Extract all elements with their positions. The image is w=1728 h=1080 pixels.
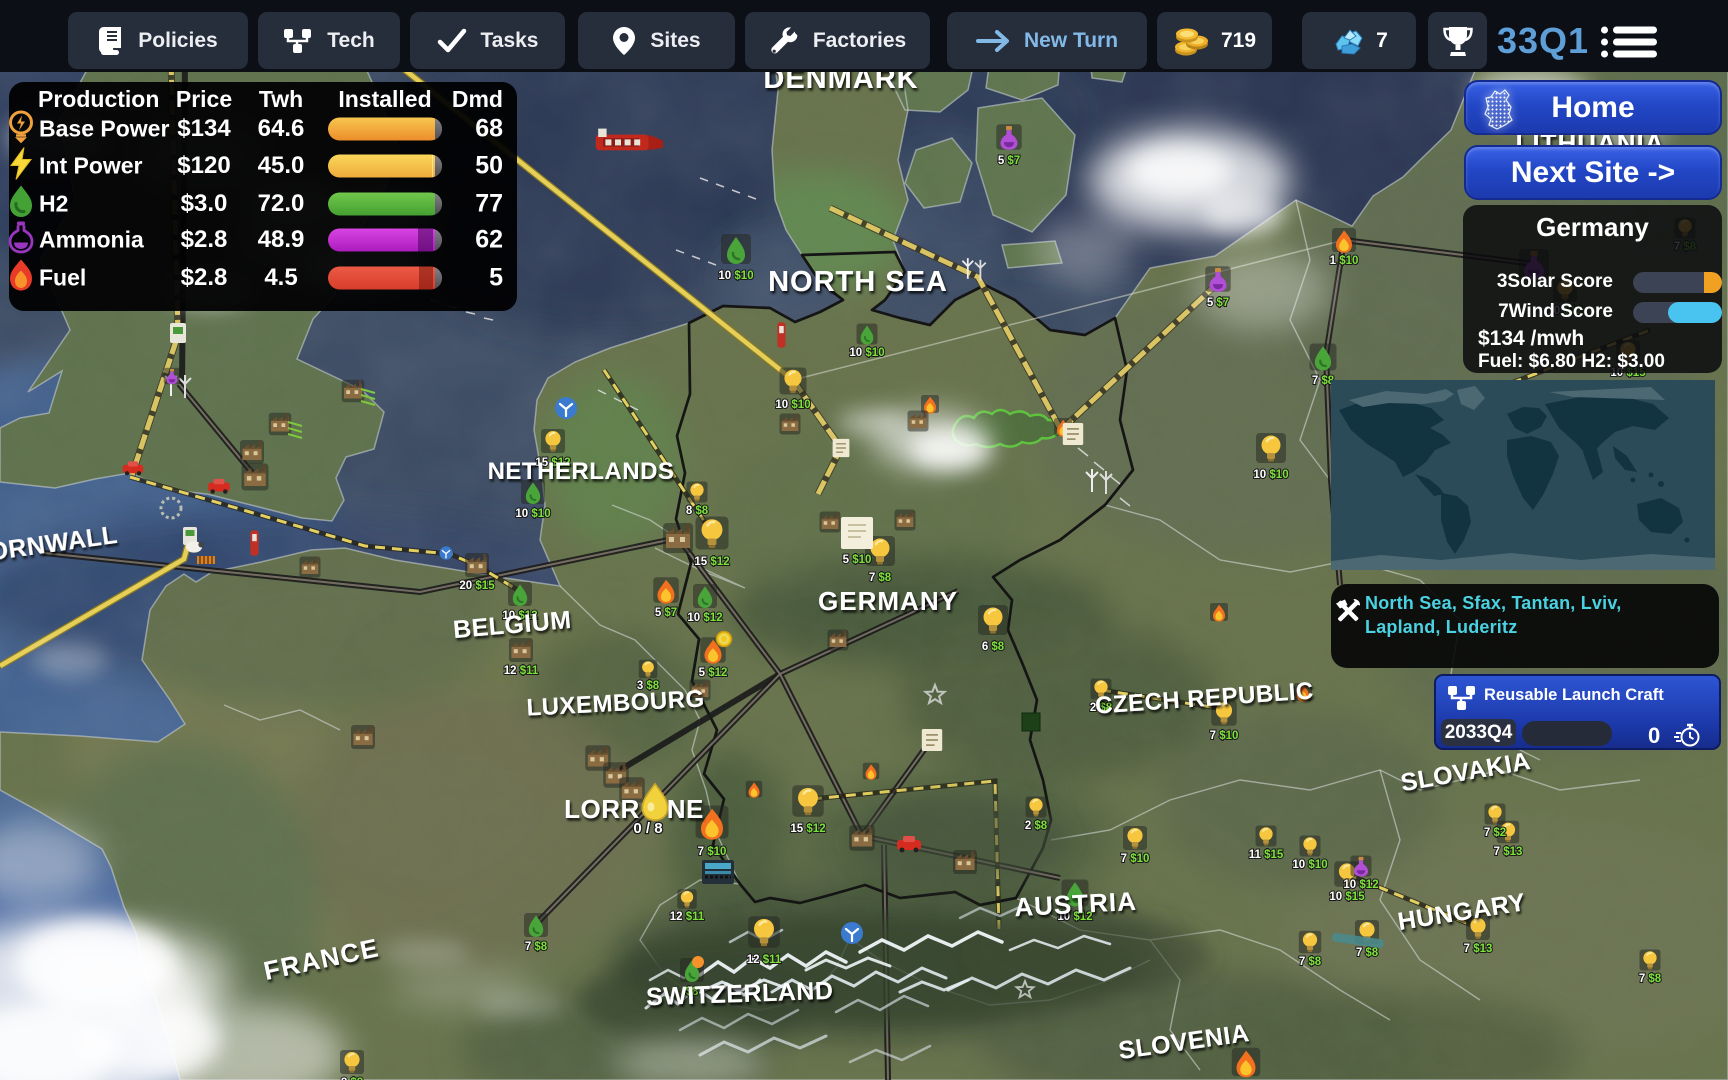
svg-text:NORTH SEA: NORTH SEA — [768, 266, 948, 298]
svg-text:2 $8: 2 $8 — [1025, 820, 1048, 832]
svg-text:10 $10: 10 $10 — [718, 270, 753, 282]
svg-text:8 $8: 8 $8 — [686, 505, 709, 517]
svg-text:10 $10: 10 $10 — [1253, 469, 1288, 481]
svg-text:LORRAINE: LORRAINE — [564, 794, 704, 824]
svg-text:7 $8: 7 $8 — [525, 941, 548, 953]
svg-text:1 $10: 1 $10 — [1330, 255, 1359, 267]
svg-text:7 $8: 7 $8 — [1299, 956, 1322, 968]
svg-text:10 $10: 10 $10 — [515, 508, 550, 520]
svg-text:AUSTRIA: AUSTRIA — [1014, 886, 1138, 922]
svg-text:10 $12: 10 $12 — [687, 612, 722, 624]
svg-text:7 $8: 7 $8 — [869, 572, 892, 584]
svg-text:7 $8: 7 $8 — [1356, 947, 1379, 959]
svg-text:12 $11: 12 $11 — [504, 665, 539, 677]
svg-text:7 $8: 7 $8 — [1639, 973, 1662, 985]
svg-text:20 $15: 20 $15 — [459, 580, 495, 592]
svg-text:7 $10: 7 $10 — [698, 846, 727, 858]
svg-text:11 $15: 11 $15 — [1249, 849, 1284, 861]
svg-text:10 $10: 10 $10 — [849, 347, 884, 359]
svg-text:5 $12: 5 $12 — [699, 667, 728, 679]
svg-text:7 $10: 7 $10 — [1210, 730, 1239, 742]
svg-text:10 $10: 10 $10 — [775, 399, 810, 411]
svg-text:15 $12: 15 $12 — [694, 556, 729, 568]
svg-text:12 $11: 12 $11 — [670, 911, 705, 923]
svg-text:6 $8: 6 $8 — [982, 641, 1005, 653]
svg-text:7 $13: 7 $13 — [1464, 943, 1493, 955]
svg-text:7 $2: 7 $2 — [1484, 827, 1506, 839]
svg-text:12 $11: 12 $11 — [747, 954, 782, 966]
svg-text:10 $15: 10 $15 — [1329, 891, 1365, 903]
svg-text:5 $10: 5 $10 — [843, 554, 872, 566]
svg-text:7 $13: 7 $13 — [1494, 846, 1523, 858]
svg-text:15 $12: 15 $12 — [790, 823, 825, 835]
svg-text:GERMANY: GERMANY — [818, 586, 958, 616]
svg-text:NETHERLANDS: NETHERLANDS — [488, 458, 675, 485]
svg-text:10 $12: 10 $12 — [1343, 879, 1378, 891]
svg-text:5 $7: 5 $7 — [998, 155, 1020, 167]
svg-text:5 $7: 5 $7 — [1207, 297, 1229, 309]
svg-text:7 $10: 7 $10 — [1121, 853, 1150, 865]
svg-text:10 $10: 10 $10 — [1292, 859, 1327, 871]
svg-text:5 $7: 5 $7 — [655, 607, 677, 619]
